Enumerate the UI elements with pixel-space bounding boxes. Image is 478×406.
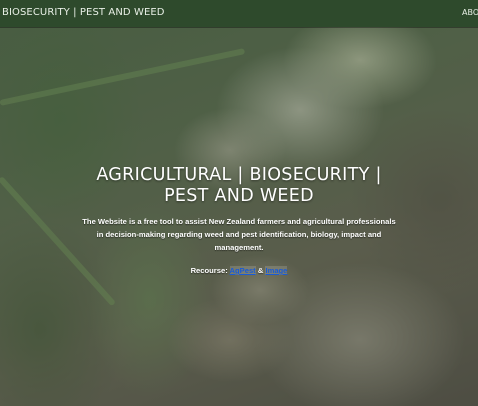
hero-description: The Website is a free tool to assist New… xyxy=(82,217,396,252)
top-navbar: BIOSECURITY | PEST AND WEED ABOUT xyxy=(0,0,478,27)
resource-label: Recourse: xyxy=(190,266,228,275)
resource-separator: & xyxy=(257,266,264,275)
hero-title: AGRICULTURAL | BIOSECURITY | PEST AND WE… xyxy=(96,165,382,206)
site-brand-link[interactable]: BIOSECURITY | PEST AND WEED xyxy=(2,7,165,18)
hero-section: AGRICULTURAL | BIOSECURITY | PEST AND WE… xyxy=(0,165,478,275)
resource-line: Recourse: AgPest & Image xyxy=(0,266,478,275)
agpest-link[interactable]: AgPest xyxy=(229,266,256,275)
image-link[interactable]: Image xyxy=(265,266,288,275)
page: BIOSECURITY | PEST AND WEED ABOUT AGRICU… xyxy=(0,0,478,406)
nav-about-link[interactable]: ABOUT xyxy=(462,8,478,17)
